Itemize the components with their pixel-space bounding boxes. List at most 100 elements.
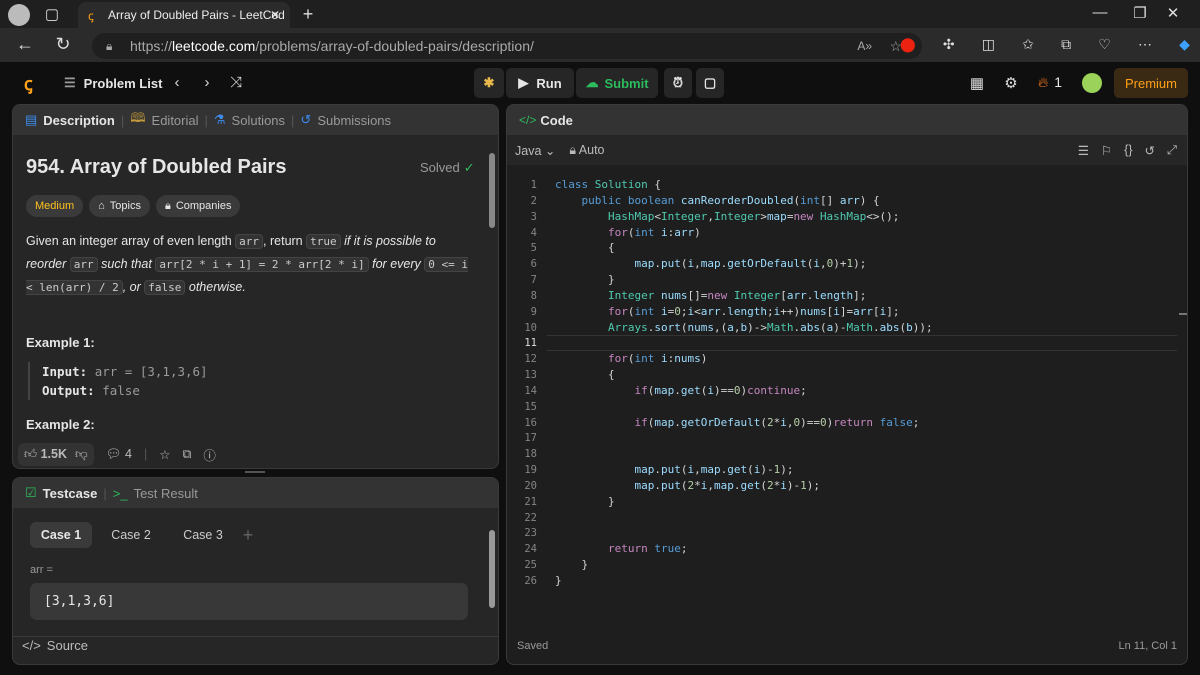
- url-path: /problems/array-of-doubled-pairs/descrip…: [255, 38, 534, 54]
- likes-count: 1.5K: [40, 446, 67, 461]
- user-avatar[interactable]: [1082, 73, 1102, 93]
- lock-icon: 🔒︎: [106, 38, 113, 53]
- editor-scrollbar[interactable]: [1177, 165, 1187, 605]
- split-screen-icon[interactable]: ◫: [982, 36, 995, 56]
- new-tab-icon[interactable]: +: [298, 4, 318, 24]
- line-number: 22: [524, 511, 537, 524]
- submit-button[interactable]: ☁ Submit: [576, 68, 658, 98]
- tab-description[interactable]: Description: [43, 113, 115, 128]
- play-icon: ▶: [518, 75, 529, 90]
- line-number: 10: [524, 321, 537, 334]
- prev-problem-icon[interactable]: ‹: [170, 74, 184, 91]
- tab-test-result[interactable]: Test Result: [134, 486, 198, 501]
- copilot-icon[interactable]: ◆: [1179, 36, 1190, 56]
- back-icon[interactable]: ←: [14, 34, 36, 55]
- line-number: 17: [524, 432, 537, 445]
- line-number: 8: [530, 289, 537, 302]
- desc-text: such that: [97, 257, 156, 271]
- line-number: 16: [524, 416, 537, 429]
- companies-label: Companies: [175, 200, 232, 212]
- param-input[interactable]: [3,1,3,6]: [30, 583, 468, 620]
- extension-icon[interactable]: ⬤: [900, 36, 916, 56]
- code-line: }: [555, 574, 562, 587]
- submit-label: Submit: [604, 75, 649, 91]
- case-3-tab[interactable]: Case 3: [172, 522, 234, 548]
- tab-editorial[interactable]: Editorial: [152, 113, 199, 128]
- restore-icon[interactable]: ❐: [1130, 4, 1150, 22]
- language-select[interactable]: Java ⌄: [515, 143, 555, 158]
- leetcode-logo-icon[interactable]: ꞔ: [24, 72, 33, 96]
- tab-solutions[interactable]: Solutions: [232, 113, 285, 128]
- next-problem-icon[interactable]: ›: [200, 74, 214, 91]
- settings-gear-icon[interactable]: ⚙: [1002, 74, 1020, 92]
- layout-icon[interactable]: ▦: [968, 74, 986, 92]
- streak-counter[interactable]: 🔥︎ 1: [1038, 74, 1062, 91]
- add-case-icon[interactable]: +: [238, 522, 258, 548]
- extensions-icon[interactable]: ✣: [943, 36, 955, 56]
- timer-icon[interactable]: ⏰︎: [664, 68, 692, 98]
- close-window-icon[interactable]: ✕: [1163, 4, 1183, 22]
- favorites-icon[interactable]: ✩: [1022, 36, 1034, 56]
- solved-label: Solved: [420, 160, 460, 175]
- case-1-tab[interactable]: Case 1: [30, 522, 92, 548]
- like-button[interactable]: 👍︎ 1.5K: [24, 447, 67, 462]
- input-value: arr = [3,1,3,6]: [94, 364, 208, 379]
- read-aloud-icon[interactable]: A»: [857, 39, 872, 53]
- checkbox-icon: ☑: [25, 485, 37, 500]
- code-line: public boolean canReorderDoubled(int[] a…: [581, 193, 880, 207]
- debugger-icon[interactable]: ✱: [474, 68, 504, 98]
- code-line: HashMap<Integer,Integer>map=new HashMap<…: [607, 209, 900, 223]
- profile-avatar[interactable]: [8, 4, 30, 26]
- shuffle-icon[interactable]: ⤨: [226, 74, 246, 91]
- save-status: Saved: [517, 640, 549, 652]
- line-number: 4: [530, 226, 537, 239]
- line-number: 2: [530, 194, 537, 207]
- collections-icon[interactable]: ⧉: [1061, 36, 1071, 56]
- notes-icon[interactable]: ▢: [696, 68, 724, 98]
- cloud-upload-icon: ☁: [585, 75, 599, 90]
- auto-mode[interactable]: 🔒︎ Auto: [569, 143, 604, 158]
- code-line: map.put(i,map.get(i)-1);: [634, 463, 794, 477]
- run-button[interactable]: ▶ Run: [506, 68, 574, 98]
- star-icon[interactable]: ☆: [159, 447, 170, 462]
- share-icon[interactable]: ⧉: [182, 447, 191, 462]
- code-editor[interactable]: 1 class Solution {2 public boolean canReo…: [507, 171, 1177, 611]
- braces-icon[interactable]: {}: [1124, 143, 1132, 158]
- list-icon: ☰: [64, 75, 76, 90]
- source-button[interactable]: </> Source: [22, 638, 88, 653]
- format-icon[interactable]: ☰: [1078, 143, 1089, 158]
- case-2-tab[interactable]: Case 2: [100, 522, 162, 548]
- refresh-icon[interactable]: ↻: [52, 34, 74, 55]
- editor-actions: ☰ ⚐ {} ↺ ⤢: [1078, 143, 1177, 158]
- tag-icon: ⌂: [98, 200, 105, 212]
- premium-button[interactable]: Premium: [1114, 68, 1188, 98]
- reset-icon[interactable]: ↺: [1145, 143, 1155, 158]
- tab-testcase[interactable]: Testcase: [43, 486, 98, 501]
- close-tab-icon[interactable]: ✕: [270, 8, 280, 22]
- resize-handle[interactable]: [245, 471, 265, 473]
- testcase-panel: ☑ Testcase | >_ Test Result: [12, 477, 499, 665]
- browser-tab[interactable]: ꞔ Array of Doubled Pairs - LeetCod ✕: [78, 2, 290, 28]
- tab-submissions[interactable]: Submissions: [317, 113, 391, 128]
- bookmark-icon[interactable]: ⚐: [1101, 143, 1112, 158]
- testcase-scrollbar[interactable]: [487, 516, 497, 626]
- help-icon[interactable]: ⓘ: [203, 445, 216, 464]
- book-icon: 🕮︎: [130, 110, 146, 125]
- thumbs-down-icon[interactable]: 👎︎: [75, 447, 88, 462]
- problem-title: 954. Array of Doubled Pairs: [26, 156, 287, 178]
- performance-icon[interactable]: ♡: [1098, 36, 1111, 56]
- topics-chip[interactable]: ⌂ Topics: [89, 195, 150, 217]
- problem-list-button[interactable]: ☰ Problem List: [64, 75, 162, 91]
- code-icon: </>: [22, 638, 41, 653]
- comments-button[interactable]: 💬︎ 4: [106, 447, 132, 462]
- code-line: }: [555, 494, 615, 508]
- companies-chip[interactable]: 🔒︎ Companies: [155, 195, 241, 217]
- tab-actions-icon[interactable]: ▢: [44, 6, 60, 23]
- description-scrollbar[interactable]: [487, 141, 497, 461]
- more-icon[interactable]: ⋯: [1138, 36, 1152, 56]
- line-number: 20: [524, 479, 537, 492]
- url-input[interactable]: 🔒︎ https://leetcode.com/problems/array-o…: [92, 33, 922, 59]
- minimize-icon[interactable]: —: [1090, 4, 1110, 21]
- code-line: class Solution {: [555, 178, 661, 191]
- fullscreen-icon[interactable]: ⤢: [1167, 143, 1177, 158]
